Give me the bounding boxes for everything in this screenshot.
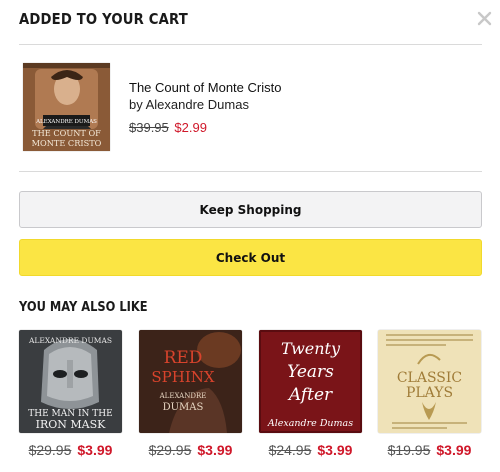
check-out-button[interactable]: Check Out xyxy=(19,239,482,276)
cart-item-author: by Alexandre Dumas xyxy=(129,97,249,112)
svg-text:ALEXANDRE DUMAS: ALEXANDRE DUMAS xyxy=(28,336,112,345)
recommendation-cover[interactable]: Twenty Years After Alexandre Dumas xyxy=(259,330,362,433)
sale-price: $3.99 xyxy=(317,442,353,458)
recommendation-prices: $19.95 $3.99 xyxy=(378,442,481,458)
recommendation-item: ALEXANDRE DUMAS THE MAN IN THE IRON MASK… xyxy=(19,330,122,458)
header-divider xyxy=(19,44,482,45)
svg-text:ALEXANDRE DUMAS: ALEXANDRE DUMAS xyxy=(35,119,97,125)
cart-item-prices: $39.95 $2.99 xyxy=(129,120,207,135)
svg-text:IRON MASK: IRON MASK xyxy=(36,418,107,431)
close-button[interactable] xyxy=(474,8,494,28)
sale-price: $3.99 xyxy=(77,442,113,458)
recommendation-cover[interactable]: CLASSIC PLAYS xyxy=(378,330,481,433)
svg-text:RED: RED xyxy=(164,348,203,368)
svg-text:DUMAS: DUMAS xyxy=(163,402,204,413)
svg-text:Twenty: Twenty xyxy=(281,339,341,358)
old-price: $29.95 xyxy=(28,442,72,458)
cart-item-title[interactable]: The Count of Monte Cristo xyxy=(129,80,281,95)
recommendation-item: CLASSIC PLAYS $19.95 $3.99 xyxy=(378,330,481,458)
recommendation-prices: $29.95 $3.99 xyxy=(19,442,122,458)
sale-price: $3.99 xyxy=(197,442,233,458)
item-divider xyxy=(19,171,482,172)
svg-text:SPHINX: SPHINX xyxy=(151,368,215,386)
svg-text:ALEXANDRE: ALEXANDRE xyxy=(159,392,207,400)
recommendation-cover[interactable]: RED SPHINX ALEXANDRE DUMAS xyxy=(139,330,242,433)
page-title: ADDED TO YOUR CART xyxy=(19,10,188,28)
keep-shopping-button[interactable]: Keep Shopping xyxy=(19,191,482,228)
recommendation-prices: $29.95 $3.99 xyxy=(139,442,242,458)
svg-text:MONTE CRISTO: MONTE CRISTO xyxy=(32,138,102,148)
svg-text:After: After xyxy=(287,385,333,405)
svg-text:Years: Years xyxy=(287,362,334,382)
svg-text:THE COUNT OF: THE COUNT OF xyxy=(32,128,101,138)
recommendation-prices: $24.95 $3.99 xyxy=(259,442,362,458)
recommendations-title: YOU MAY ALSO LIKE xyxy=(19,300,148,315)
close-icon xyxy=(477,11,492,26)
recommendation-cover[interactable]: ALEXANDRE DUMAS THE MAN IN THE IRON MASK xyxy=(19,330,122,433)
svg-text:CLASSIC: CLASSIC xyxy=(397,370,462,386)
cart-item-sale-price: $2.99 xyxy=(174,120,207,135)
cart-item-old-price: $39.95 xyxy=(129,120,169,135)
recommendation-item: Twenty Years After Alexandre Dumas $24.9… xyxy=(259,330,362,458)
svg-text:Alexandre Dumas: Alexandre Dumas xyxy=(267,418,353,429)
sale-price: $3.99 xyxy=(436,442,472,458)
cart-item-cover: ALEXANDRE DUMAS THE COUNT OF MONTE CRIST… xyxy=(23,63,110,151)
old-price: $24.95 xyxy=(268,442,312,458)
old-price: $29.95 xyxy=(148,442,192,458)
old-price: $19.95 xyxy=(387,442,431,458)
svg-text:PLAYS: PLAYS xyxy=(406,385,453,401)
recommendation-item: RED SPHINX ALEXANDRE DUMAS $29.95 $3.99 xyxy=(139,330,242,458)
